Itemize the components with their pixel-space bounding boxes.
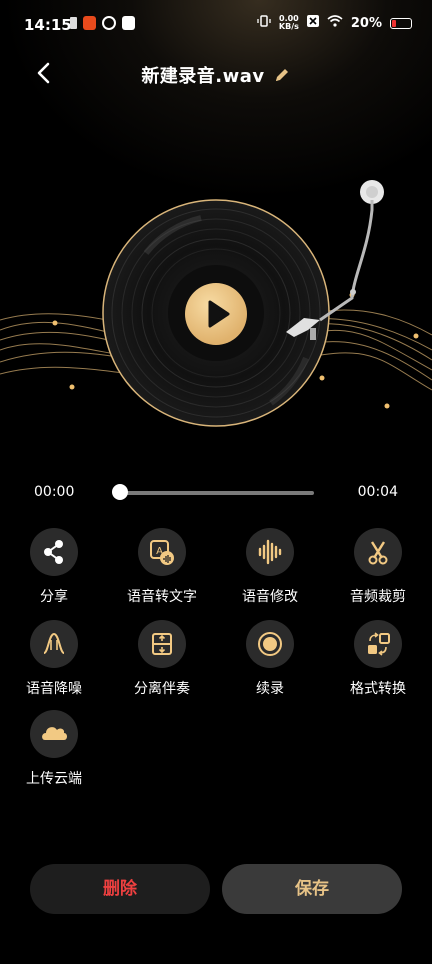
current-time: 00:00 — [34, 484, 75, 500]
tool-separate-accompaniment[interactable]: 分离伴奏 — [108, 620, 216, 704]
cloud-upload-icon — [42, 727, 67, 740]
tool-share[interactable]: 分享 — [0, 528, 108, 612]
tool-format-convert[interactable]: 格式转换 — [324, 620, 432, 704]
page-title: 新建录音.wav — [141, 66, 265, 87]
status-time: 14:15 — [24, 16, 72, 34]
link-icon — [102, 16, 116, 30]
total-time: 00:04 — [357, 484, 398, 500]
speech-to-text-icon: A — [150, 540, 174, 565]
separate-icon — [152, 633, 172, 655]
tool-cloud-upload[interactable]: 上传云端 — [0, 710, 108, 794]
title-row: 新建录音.wav — [0, 62, 432, 88]
scissors-icon — [368, 541, 388, 565]
tool-audio-trim[interactable]: 音频裁剪 — [324, 528, 432, 612]
notification-icons — [70, 16, 135, 30]
player-area — [0, 170, 432, 430]
tool-noise-reduction[interactable]: 语音降噪 — [0, 620, 108, 704]
battery-icon — [390, 17, 412, 29]
status-bar: 14:15 0.00 KB/s 20% — [0, 0, 432, 52]
net-speed-unit: KB/s — [278, 22, 299, 31]
tool-speech-to-text[interactable]: A 语音转文字 — [108, 528, 216, 612]
wifi-icon — [327, 15, 343, 31]
tool-label: 语音转文字 — [127, 589, 197, 605]
save-button[interactable]: 保存 — [222, 864, 402, 914]
tonearm — [286, 180, 384, 340]
play-icon — [208, 300, 230, 328]
tool-label: 语音修改 — [242, 589, 298, 605]
vibrate-icon — [257, 14, 271, 32]
net-speed: 0.00 KB/s — [279, 15, 299, 31]
tool-voice-edit[interactable]: 语音修改 — [216, 528, 324, 612]
data-off-icon — [306, 15, 319, 31]
tool-label: 上传云端 — [26, 771, 82, 787]
progress-track[interactable] — [120, 491, 314, 495]
progress-row: 00:00 00:04 — [0, 480, 432, 506]
progress-thumb[interactable] — [112, 484, 128, 500]
app-notification-icon — [83, 16, 96, 30]
tool-label: 分享 — [40, 589, 68, 605]
battery-text: 20% — [350, 15, 382, 31]
waveform-icon — [258, 539, 282, 565]
tool-continue-record[interactable]: 续录 — [216, 620, 324, 704]
sim-icon — [70, 17, 77, 29]
app-badge-icon — [122, 16, 135, 30]
convert-icon — [368, 632, 390, 656]
tool-label: 语音降噪 — [26, 681, 82, 697]
play-button[interactable] — [185, 283, 247, 345]
tool-label: 分离伴奏 — [134, 681, 190, 697]
tool-label: 音频裁剪 — [350, 589, 406, 605]
delete-button[interactable]: 删除 — [30, 864, 210, 914]
pencil-icon — [275, 69, 288, 81]
tool-label: 格式转换 — [350, 681, 406, 697]
tool-label: 续录 — [256, 681, 284, 697]
noise-reduction-icon — [43, 632, 65, 654]
share-icon — [44, 540, 63, 564]
status-right: 0.00 KB/s 20% — [257, 14, 412, 32]
record-icon — [258, 632, 282, 656]
header: 新建录音.wav — [0, 52, 432, 96]
edit-title-button[interactable] — [273, 66, 291, 84]
